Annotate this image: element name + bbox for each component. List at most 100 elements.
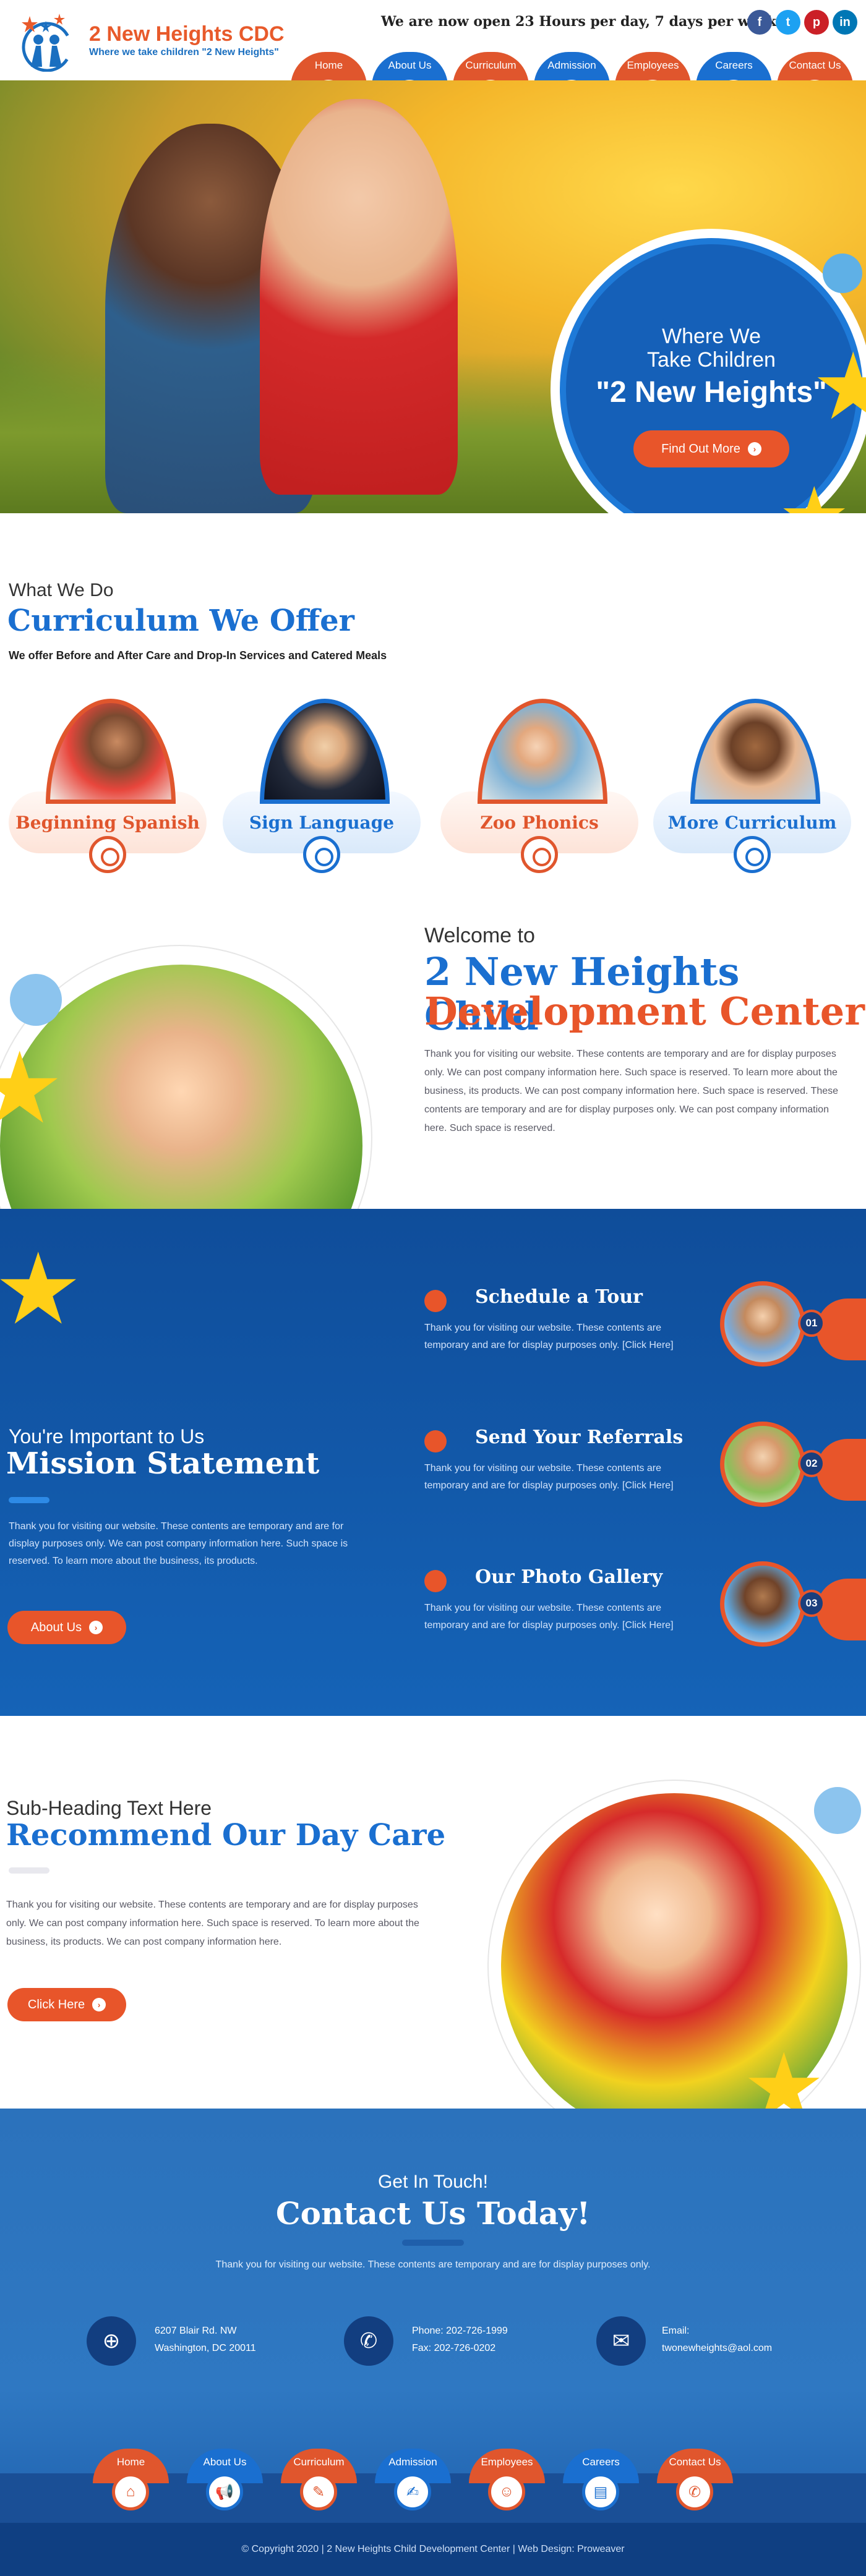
contact-section: Get In Touch! Contact Us Today! Thank yo… (0, 2109, 866, 2576)
social-links: f t p in (747, 10, 857, 35)
form-icon: ✍ (394, 2473, 431, 2510)
about-us-label: About Us (30, 1620, 82, 1634)
star-icon: ★ (0, 1033, 64, 1143)
feature-text: Thank you for visiting our website. Thes… (424, 1463, 674, 1491)
recommend-divider (9, 1867, 49, 1874)
recommend-body: Thank you for visiting our website. Thes… (6, 1900, 419, 1947)
pin-icon (89, 836, 126, 873)
find-out-more-button[interactable]: Find Out More › (633, 430, 789, 467)
feature-photo (720, 1561, 805, 1647)
footer-nav-item-curriculum[interactable]: Curriculum ✎ (281, 2449, 357, 2514)
bullet-dot-icon (424, 1430, 447, 1452)
linkedin-icon[interactable]: in (833, 10, 857, 35)
hero-photo-child-right (260, 99, 458, 495)
arrow-right-icon: › (92, 1998, 106, 2011)
logo-subtitle: Where we take children "2 New Heights" (89, 47, 279, 58)
welcome-body: Thank you for visiting our website. Thes… (424, 1049, 839, 1133)
curriculum-card[interactable]: More Curriculum (653, 693, 851, 873)
contact-divider (402, 2240, 464, 2246)
address-line2: Washington, DC 20011 (155, 2343, 256, 2353)
contact-address: 6207 Blair Rd. NW Washington, DC 20011 (155, 2322, 256, 2357)
feature-text: Thank you for visiting our website. Thes… (424, 1323, 674, 1350)
arrow-right-icon: › (747, 442, 761, 456)
globe-icon: ⊕ (87, 2316, 136, 2366)
mission-kicker: You're Important to Us (9, 1425, 205, 1448)
contact-phone: Phone: 202-726-1999 Fax: 202-726-0202 (412, 2322, 508, 2357)
curriculum-subtitle: We offer Before and After Care and Drop-… (9, 649, 387, 662)
footer-nav-item-careers[interactable]: Careers ▤ (563, 2449, 639, 2514)
footer-nav-item-home[interactable]: Home ⌂ (93, 2449, 169, 2514)
click-here-label: Click Here (27, 1997, 85, 2011)
mission-divider (9, 1497, 49, 1503)
curriculum-card-photo (690, 699, 820, 804)
curriculum-card-photo (46, 699, 176, 804)
curriculum-card[interactable]: Zoo Phonics (440, 693, 638, 873)
curriculum-card-photo (260, 699, 390, 804)
megaphone-icon: 📢 (206, 2473, 243, 2510)
contact-text: Thank you for visiting our website. Thes… (215, 2259, 651, 2270)
curriculum-kicker: What We Do (9, 580, 114, 600)
pin-icon (303, 836, 340, 873)
footer-nav-item-contact-us[interactable]: Contact Us ✆ (657, 2449, 733, 2514)
phone-number[interactable]: Phone: 202-726-1999 (412, 2322, 508, 2340)
email-address[interactable]: twonewheights@aol.com (662, 2340, 772, 2357)
footer-nav-item-admission[interactable]: Admission ✍ (375, 2449, 451, 2514)
logo-mark-icon (9, 10, 89, 72)
recommend-kicker: Sub-Heading Text Here (6, 1797, 212, 1819)
email-label: Email: (662, 2326, 690, 2336)
arrow-right-icon: › (89, 1621, 103, 1634)
star-icon: ★ (778, 476, 851, 513)
star-icon: ★ (0, 1234, 83, 1344)
star-icon: ★ (812, 335, 866, 438)
feature-tab (817, 1299, 866, 1360)
employee-badge-icon: ☺ (488, 2473, 525, 2510)
bullet-dot-icon (424, 1290, 447, 1312)
mission-title: Mission Statement (6, 1446, 320, 1481)
logo-title: 2 New Heights CDC (89, 22, 285, 46)
phone-icon: ✆ (344, 2316, 393, 2366)
hours-banner: We are now open 23 Hours per day, 7 days… (381, 14, 782, 30)
decor-bubble (823, 254, 862, 293)
mission-body: Thank you for visiting our website. Thes… (9, 1521, 348, 1566)
feature-title: Send Your Referrals (475, 1427, 684, 1448)
bullet-dot-icon (424, 1570, 447, 1592)
pinterest-icon[interactable]: p (804, 10, 829, 35)
pencil-icon: ✎ (300, 2473, 337, 2510)
find-out-more-label: Find Out More (661, 441, 740, 456)
fax-number: Fax: 202-726-0202 (412, 2343, 496, 2353)
hero-banner: Where We Take Children "2 New Heights" F… (0, 80, 866, 513)
contact-kicker: Get In Touch! (378, 2172, 488, 2192)
pin-icon (521, 836, 558, 873)
welcome-title-line2: Development Center (424, 989, 865, 1034)
facebook-icon[interactable]: f (747, 10, 772, 35)
mission-section: ★ You're Important to Us Mission Stateme… (0, 1209, 866, 1716)
feature-title: Our Photo Gallery (475, 1566, 663, 1588)
contact-title: Contact Us Today! (275, 2195, 591, 2232)
feature-number: 01 (798, 1310, 825, 1337)
contact-email: Email: twonewheights@aol.com (662, 2322, 772, 2357)
feature-tab (817, 1579, 866, 1640)
curriculum-title: Curriculum We Offer (7, 603, 354, 638)
feature-text: Thank you for visiting our website. Thes… (424, 1603, 674, 1631)
curriculum-card[interactable]: Beginning Spanish (9, 693, 207, 873)
twitter-icon[interactable]: t (776, 10, 800, 35)
feature-photo (720, 1422, 805, 1507)
copyright: © Copyright 2020 | 2 New Heights Child D… (0, 2523, 866, 2576)
email-icon: ✉ (596, 2316, 646, 2366)
click-here-button[interactable]: Click Here › (7, 1988, 126, 2021)
curriculum-card[interactable]: Sign Language (223, 693, 421, 873)
logo[interactable]: 2 New Heights CDC Where we take children… (9, 10, 285, 72)
pin-icon (734, 836, 771, 873)
about-us-button[interactable]: About Us › (7, 1611, 126, 1644)
phone-icon: ✆ (676, 2473, 713, 2510)
home-icon: ⌂ (112, 2473, 149, 2510)
site-header: 2 New Heights CDC Where we take children… (0, 0, 866, 114)
footer-nav-item-employees[interactable]: Employees ☺ (469, 2449, 545, 2514)
footer-nav: Home ⌂ About Us 📢 Curriculum ✎ Admission ✍ Emplo… (93, 2449, 733, 2514)
feature-number: 02 (798, 1450, 825, 1477)
footer-nav-item-about-us[interactable]: About Us 📢 (187, 2449, 263, 2514)
decor-bubble (10, 974, 62, 1026)
curriculum-card-photo (478, 699, 607, 804)
decor-bubble (814, 1787, 861, 1834)
recommend-title: Recommend Our Day Care (6, 1818, 446, 1853)
